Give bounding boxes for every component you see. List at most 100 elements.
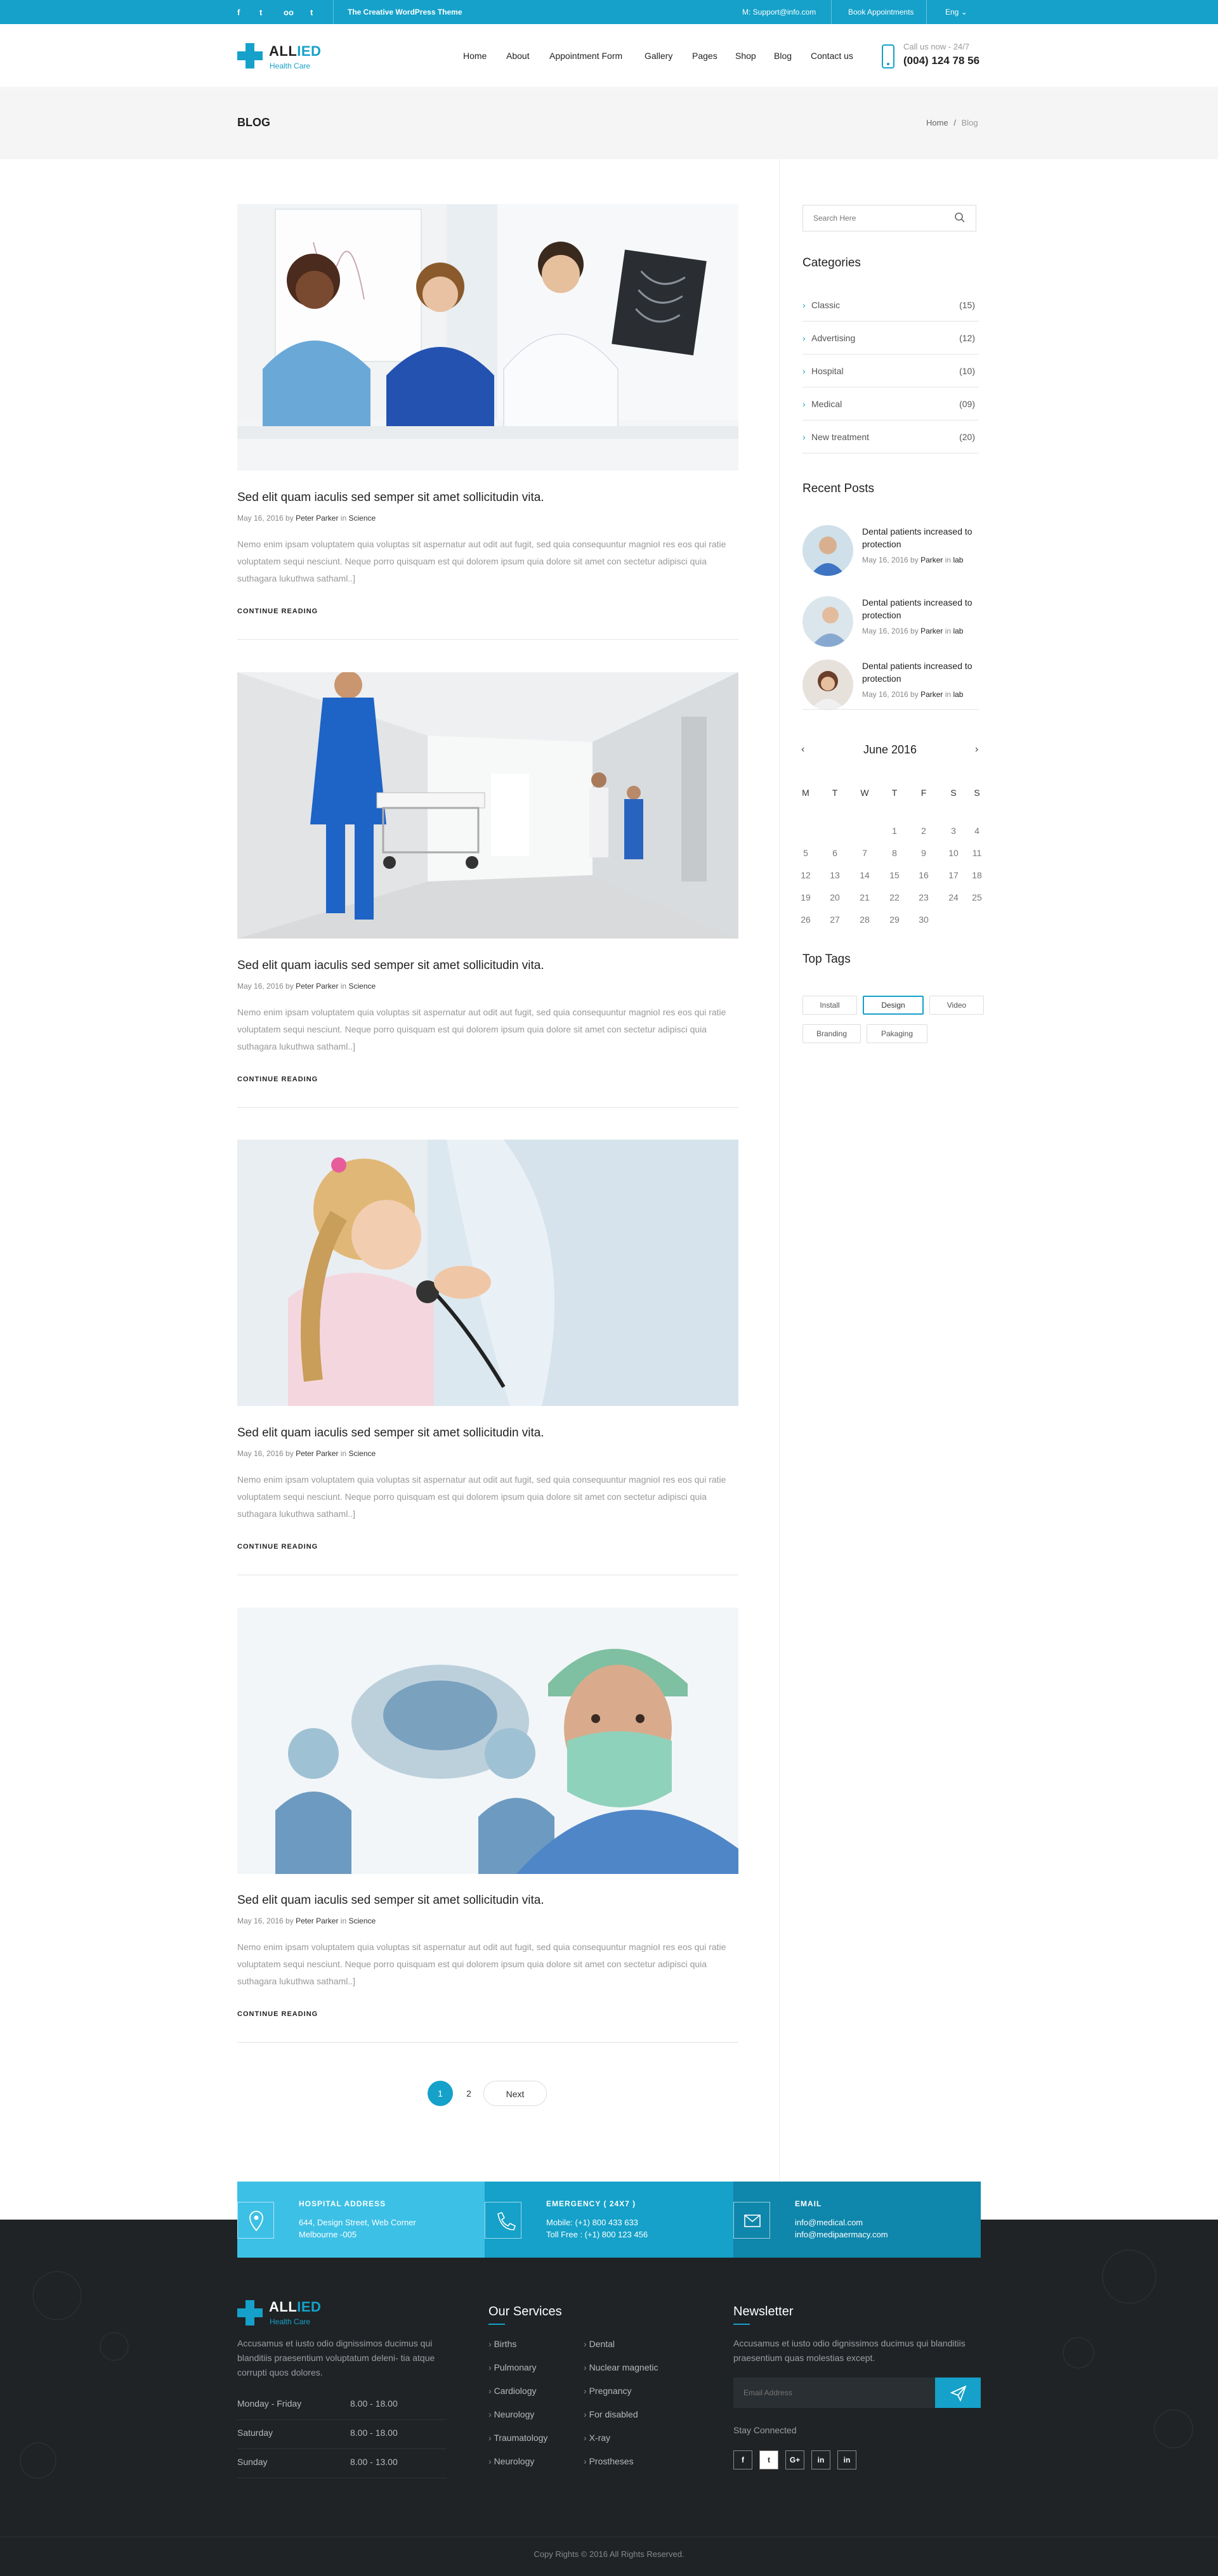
- tag-design[interactable]: Design: [863, 996, 924, 1015]
- recent-post-category[interactable]: lab: [953, 627, 963, 635]
- service-link[interactable]: X-ray: [584, 2433, 610, 2443]
- calendar-day[interactable]: 21: [852, 892, 877, 902]
- continue-reading-link[interactable]: CONTINUE READING: [237, 1543, 318, 1551]
- tumblr-icon[interactable]: t: [310, 8, 313, 17]
- service-link[interactable]: Prostheses: [584, 2456, 634, 2466]
- calendar-day[interactable]: 20: [822, 892, 848, 902]
- recent-post-item[interactable]: Dental patients increased to protection …: [802, 596, 986, 653]
- search-icon[interactable]: [954, 212, 966, 223]
- calendar-day[interactable]: 12: [793, 870, 818, 880]
- service-link[interactable]: For disabled: [584, 2409, 638, 2419]
- footer-linkedin-icon-2[interactable]: in: [837, 2450, 856, 2469]
- calendar-day[interactable]: 26: [793, 914, 818, 925]
- tag-branding[interactable]: Branding: [802, 1024, 861, 1043]
- service-link[interactable]: Neurology: [488, 2409, 535, 2419]
- calendar-day[interactable]: 2: [911, 826, 936, 836]
- post-category[interactable]: Science: [348, 1916, 376, 1925]
- logo-text[interactable]: ALLIED: [269, 43, 321, 60]
- service-link[interactable]: Traumatology: [488, 2433, 547, 2443]
- continue-reading-link[interactable]: CONTINUE READING: [237, 2010, 318, 2018]
- recent-post-title[interactable]: Dental patients increased to protection: [862, 525, 989, 550]
- calendar-day[interactable]: 24: [941, 892, 966, 902]
- calendar-day[interactable]: 8: [882, 848, 907, 858]
- flickr-icon[interactable]: oo: [284, 8, 294, 17]
- post-category[interactable]: Science: [348, 514, 376, 523]
- breadcrumb-home[interactable]: Home: [926, 118, 948, 127]
- contact-email-1[interactable]: info@medical.com: [795, 2218, 863, 2227]
- page-1-button[interactable]: 1: [428, 2081, 453, 2106]
- service-link[interactable]: Nuclear magnetic: [584, 2362, 658, 2372]
- calendar-day[interactable]: 10: [941, 848, 966, 858]
- service-link[interactable]: Cardiology: [488, 2386, 537, 2396]
- continue-reading-link[interactable]: CONTINUE READING: [237, 1076, 318, 1083]
- footer-googleplus-icon[interactable]: G+: [785, 2450, 804, 2469]
- post-image[interactable]: [237, 1140, 738, 1406]
- post-author[interactable]: Peter Parker: [296, 514, 338, 523]
- service-link[interactable]: Neurology: [488, 2456, 535, 2466]
- calendar-day[interactable]: 19: [793, 892, 818, 902]
- recent-post-author[interactable]: Parker: [920, 556, 943, 564]
- facebook-icon[interactable]: f: [237, 8, 240, 17]
- calendar-day[interactable]: 27: [822, 914, 848, 925]
- calendar-day[interactable]: 5: [793, 848, 818, 858]
- calendar-day[interactable]: 22: [882, 892, 907, 902]
- calendar-day[interactable]: 7: [852, 848, 877, 858]
- calendar-next-button[interactable]: ›: [975, 744, 978, 755]
- footer-logo-cross-icon[interactable]: [237, 2300, 263, 2326]
- recent-post-title[interactable]: Dental patients increased to protection: [862, 596, 989, 621]
- calendar-day[interactable]: 17: [941, 870, 966, 880]
- page-2-button[interactable]: 2: [456, 2081, 481, 2106]
- contact-emergency-mobile[interactable]: Mobile: (+1) 800 433 633: [546, 2218, 638, 2227]
- recent-post-category[interactable]: lab: [953, 556, 963, 564]
- calendar-day[interactable]: 14: [852, 870, 877, 880]
- service-link[interactable]: Dental: [584, 2339, 615, 2349]
- post-image[interactable]: [237, 672, 738, 939]
- category-item[interactable]: › Hospital (10): [802, 355, 979, 387]
- recent-post-item[interactable]: Dental patients increased to protection …: [802, 525, 986, 582]
- book-appointments-link[interactable]: Book Appointments: [848, 8, 914, 16]
- service-link[interactable]: Births: [488, 2339, 517, 2349]
- logo-cross-icon[interactable]: [237, 43, 263, 68]
- category-item[interactable]: › New treatment (20): [802, 420, 979, 453]
- newsletter-submit-button[interactable]: [935, 2378, 981, 2408]
- nav-shop[interactable]: Shop: [735, 51, 756, 61]
- post-author[interactable]: Peter Parker: [296, 982, 338, 991]
- category-item[interactable]: › Medical (09): [802, 387, 979, 420]
- nav-pages[interactable]: Pages: [692, 51, 717, 61]
- calendar-day[interactable]: 18: [964, 870, 990, 880]
- post-title[interactable]: Sed elit quam iaculis sed semper sit ame…: [237, 491, 544, 505]
- calendar-day[interactable]: 15: [882, 870, 907, 880]
- nav-appointment-form[interactable]: Appointment Form: [549, 51, 622, 61]
- tag-pakaging[interactable]: Pakaging: [867, 1024, 927, 1043]
- nav-contact[interactable]: Contact us: [811, 51, 853, 61]
- calendar-day[interactable]: 23: [911, 892, 936, 902]
- category-item[interactable]: › Advertising (12): [802, 322, 979, 355]
- service-link[interactable]: Pregnancy: [584, 2386, 632, 2396]
- category-item[interactable]: › Classic (15): [802, 289, 979, 322]
- recent-post-author[interactable]: Parker: [920, 627, 943, 635]
- post-title[interactable]: Sed elit quam iaculis sed semper sit ame…: [237, 959, 544, 973]
- calendar-day[interactable]: 4: [964, 826, 990, 836]
- calendar-day[interactable]: 6: [822, 848, 848, 858]
- continue-reading-link[interactable]: CONTINUE READING: [237, 608, 318, 615]
- post-author[interactable]: Peter Parker: [296, 1916, 338, 1925]
- twitter-icon[interactable]: t: [259, 8, 262, 17]
- post-title[interactable]: Sed elit quam iaculis sed semper sit ame…: [237, 1426, 544, 1440]
- calendar-day[interactable]: 13: [822, 870, 848, 880]
- calendar-day[interactable]: 1: [882, 826, 907, 836]
- post-image[interactable]: [237, 1608, 738, 1874]
- calendar-day[interactable]: 25: [964, 892, 990, 902]
- phone-number[interactable]: (004) 124 78 56: [903, 55, 979, 67]
- footer-linkedin-icon[interactable]: in: [811, 2450, 830, 2469]
- language-select[interactable]: Eng ⌄: [945, 8, 967, 16]
- recent-post-author[interactable]: Parker: [920, 690, 943, 699]
- recent-post-thumbnail[interactable]: [802, 525, 853, 576]
- footer-twitter-icon[interactable]: t: [759, 2450, 778, 2469]
- post-category[interactable]: Science: [348, 982, 376, 991]
- post-title[interactable]: Sed elit quam iaculis sed semper sit ame…: [237, 1894, 544, 1908]
- footer-facebook-icon[interactable]: f: [733, 2450, 752, 2469]
- newsletter-email-input[interactable]: [733, 2378, 935, 2408]
- calendar-prev-button[interactable]: ‹: [801, 744, 804, 755]
- support-email[interactable]: M: Support@info.com: [742, 8, 816, 16]
- recent-post-thumbnail[interactable]: [802, 660, 853, 710]
